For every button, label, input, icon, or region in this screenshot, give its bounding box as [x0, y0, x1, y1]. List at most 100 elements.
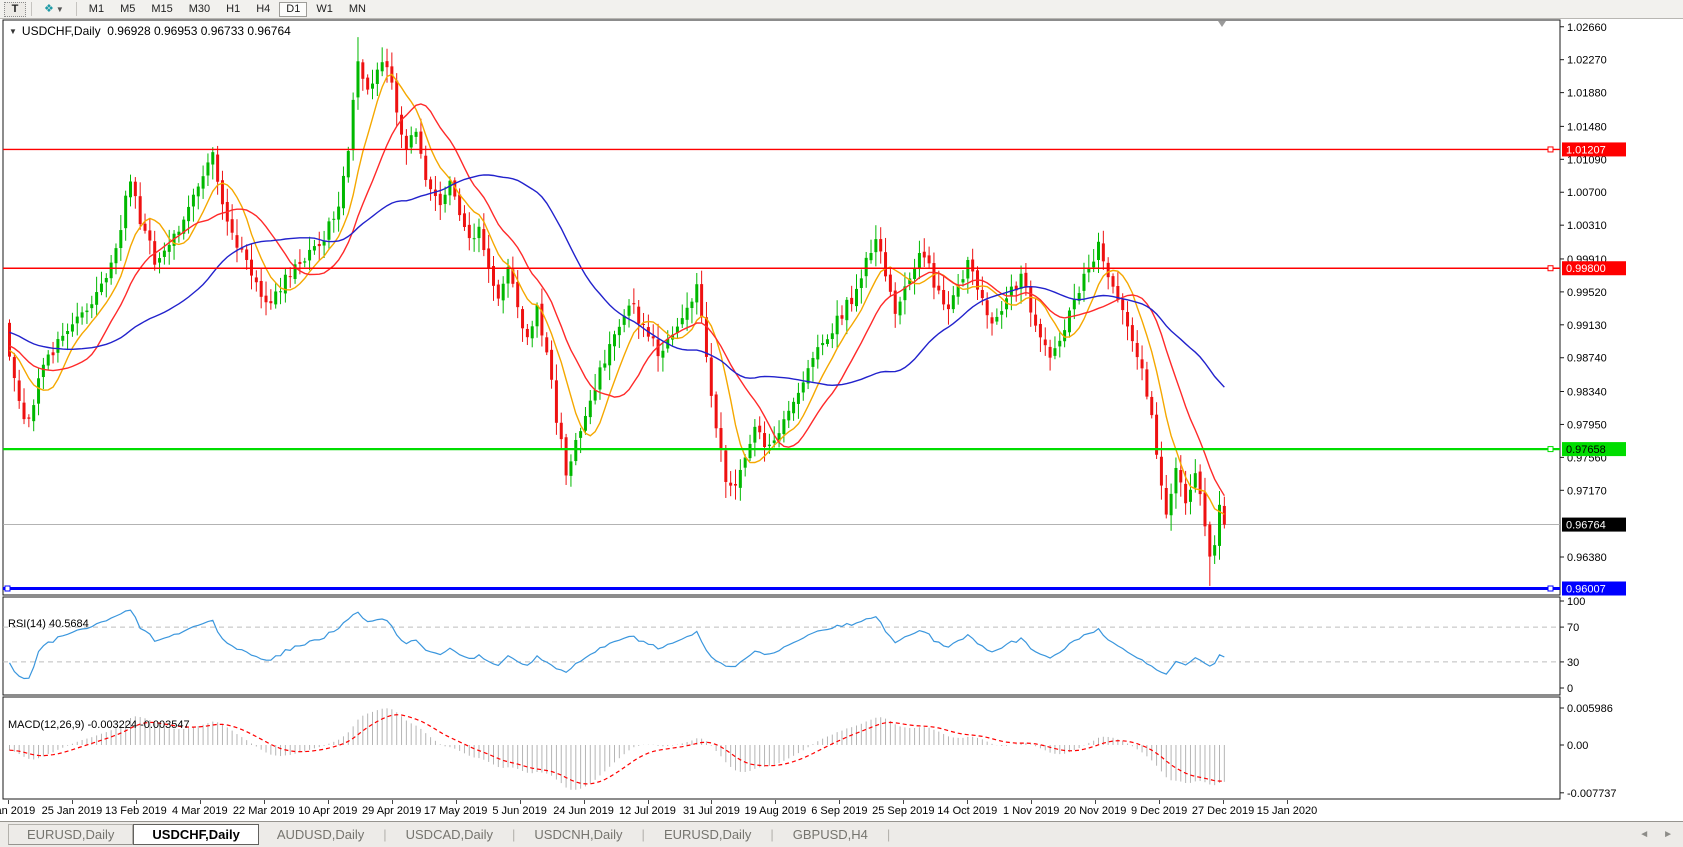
- timeframe-button-M15[interactable]: M15: [144, 2, 179, 17]
- candle-body: [574, 440, 577, 461]
- candle-body: [279, 291, 282, 292]
- candle-body: [1097, 242, 1100, 260]
- candle-body: [870, 253, 873, 260]
- candle-body: [855, 289, 858, 306]
- price-tick-label: 0.98740: [1567, 353, 1607, 365]
- hline-handle[interactable]: [5, 586, 10, 591]
- candle-body: [71, 324, 74, 331]
- candle-body: [37, 378, 40, 403]
- date-tick-mark: [264, 800, 265, 804]
- candle-body: [555, 380, 558, 422]
- candle-body: [1058, 341, 1061, 347]
- candle-body: [163, 251, 166, 257]
- timeframe-button-M1[interactable]: M1: [82, 2, 111, 17]
- timeframe-button-MN[interactable]: MN: [342, 2, 373, 17]
- price-tag-value: 0.96764: [1566, 520, 1606, 532]
- candle-body: [124, 196, 127, 228]
- hline-handle[interactable]: [1548, 586, 1553, 591]
- candle-body: [598, 367, 601, 389]
- candle-body: [95, 292, 98, 305]
- candle-body: [1073, 299, 1076, 309]
- timeframe-button-M5[interactable]: M5: [113, 2, 142, 17]
- timeframe-button-H4[interactable]: H4: [249, 2, 277, 17]
- date-tick-mark: [903, 800, 904, 804]
- date-tick-mark: [136, 800, 137, 804]
- collapse-arrow-icon[interactable]: ▼: [9, 27, 17, 36]
- candle-body: [1044, 340, 1047, 346]
- timeframe-button-M30[interactable]: M30: [182, 2, 217, 17]
- date-tick-mark: [648, 800, 649, 804]
- tab-scroll-left-icon[interactable]: ◄: [1639, 829, 1649, 840]
- candle-body: [134, 182, 137, 196]
- candle-body: [942, 290, 945, 304]
- chart-tab-usdchf-daily[interactable]: USDCHF,Daily: [133, 824, 258, 845]
- candle-body: [448, 181, 451, 196]
- candle-body: [792, 402, 795, 413]
- candle-body: [419, 132, 422, 154]
- candle-body: [516, 282, 519, 307]
- candle-body: [816, 347, 819, 359]
- candle-body: [1203, 492, 1206, 526]
- candle-body: [507, 267, 510, 283]
- hline-handle[interactable]: [1548, 447, 1553, 452]
- candle-body: [526, 329, 529, 337]
- candle-body: [352, 100, 355, 150]
- candle-body: [144, 224, 147, 231]
- candle-body: [85, 311, 88, 313]
- chart-tab-usdcad-daily[interactable]: USDCAD,Daily: [388, 825, 511, 844]
- chart-tab-eurusd-daily[interactable]: EURUSD,Daily: [8, 824, 133, 845]
- candle-body: [1039, 324, 1042, 337]
- candle-body: [536, 305, 539, 326]
- candle-body: [918, 253, 921, 269]
- candle-body: [632, 303, 635, 304]
- chart-canvas[interactable]: 1.026601.022701.018801.014801.010901.007…: [0, 19, 1683, 800]
- chart-tab-usdcnh-daily[interactable]: USDCNH,Daily: [516, 825, 640, 844]
- date-tick-mark: [200, 800, 201, 804]
- chart-tab-gbpusd-h4[interactable]: GBPUSD,H4: [775, 825, 886, 844]
- candle-body: [739, 470, 742, 488]
- candle-body: [1184, 484, 1187, 503]
- tab-scroll-right-icon[interactable]: ►: [1663, 829, 1673, 840]
- date-axis[interactable]: 7 Jan 201925 Jan 201913 Feb 20194 Mar 20…: [0, 800, 1683, 821]
- date-tick-mark: [456, 800, 457, 804]
- candle-body: [47, 355, 50, 366]
- text-tool-button[interactable]: T: [4, 2, 26, 17]
- hline-handle[interactable]: [1548, 147, 1553, 152]
- timeframe-button-D1[interactable]: D1: [279, 2, 307, 17]
- macd-scale-label: 0.005986: [1567, 703, 1613, 715]
- candle-body: [105, 278, 108, 282]
- price-tick-label: 0.98340: [1567, 387, 1607, 399]
- main-pane-frame: [3, 20, 1560, 595]
- candle-body: [768, 445, 771, 446]
- date-tick-mark: [711, 800, 712, 804]
- chart-tab-audusd-daily[interactable]: AUDUSD,Daily: [259, 825, 382, 844]
- candle-body: [473, 238, 476, 239]
- candle-body: [782, 419, 785, 434]
- candle-body: [1223, 506, 1226, 525]
- candle-body: [661, 351, 664, 358]
- candle-body: [81, 312, 84, 317]
- candle-body: [744, 458, 747, 468]
- chart-window[interactable]: 1.026601.022701.018801.014801.010901.007…: [0, 19, 1683, 800]
- chart-ohlc-values: 0.96928 0.96953 0.96733 0.96764: [107, 24, 291, 38]
- candle-body: [1131, 325, 1134, 341]
- candle-body: [569, 461, 572, 475]
- candle-body: [424, 156, 427, 180]
- candle-body: [463, 213, 466, 227]
- palette-dropdown-button[interactable]: ❖ ▼: [37, 2, 71, 17]
- candle-body: [337, 207, 340, 220]
- chart-tab-eurusd-daily[interactable]: EURUSD,Daily: [646, 825, 769, 844]
- candle-body: [52, 352, 55, 355]
- price-tick-label: 0.97170: [1567, 485, 1607, 497]
- hline-handle[interactable]: [1548, 266, 1553, 271]
- candle-body: [1053, 348, 1056, 356]
- candle-body: [840, 315, 843, 319]
- timeframe-button-W1[interactable]: W1: [309, 2, 340, 17]
- candle-body: [61, 336, 64, 341]
- candle-body: [797, 393, 800, 404]
- candle-body: [90, 304, 93, 308]
- candle-body: [860, 278, 863, 288]
- timeframe-button-H1[interactable]: H1: [219, 2, 247, 17]
- candle-body: [608, 344, 611, 365]
- candle-body: [32, 405, 35, 421]
